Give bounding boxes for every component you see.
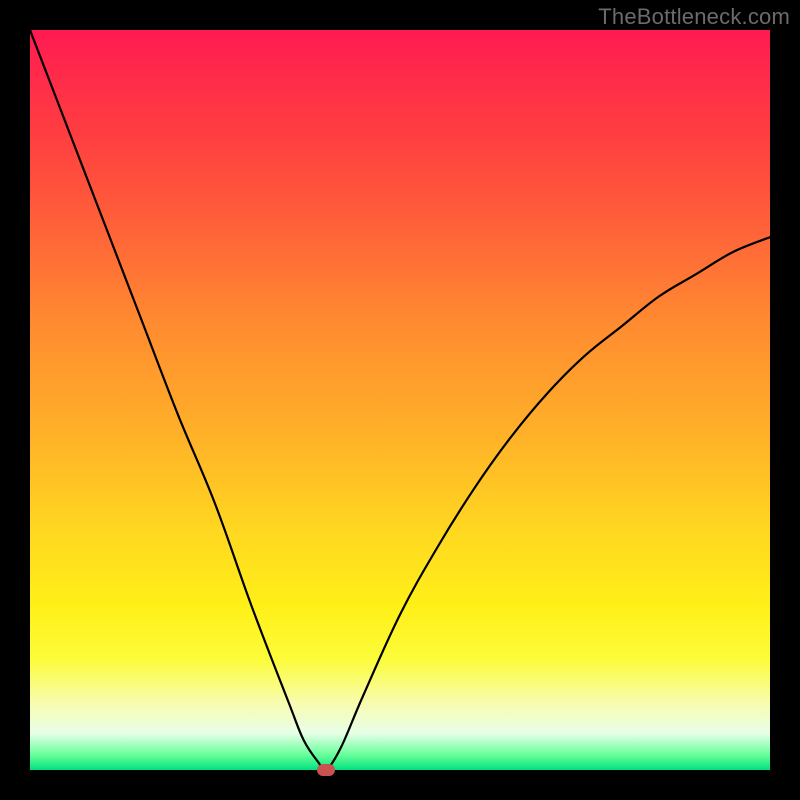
curve-svg <box>30 30 770 770</box>
optimal-point-marker <box>317 764 335 776</box>
chart-plot-area <box>30 30 770 770</box>
bottleneck-curve-path <box>30 30 770 770</box>
watermark-text: TheBottleneck.com <box>598 4 790 30</box>
